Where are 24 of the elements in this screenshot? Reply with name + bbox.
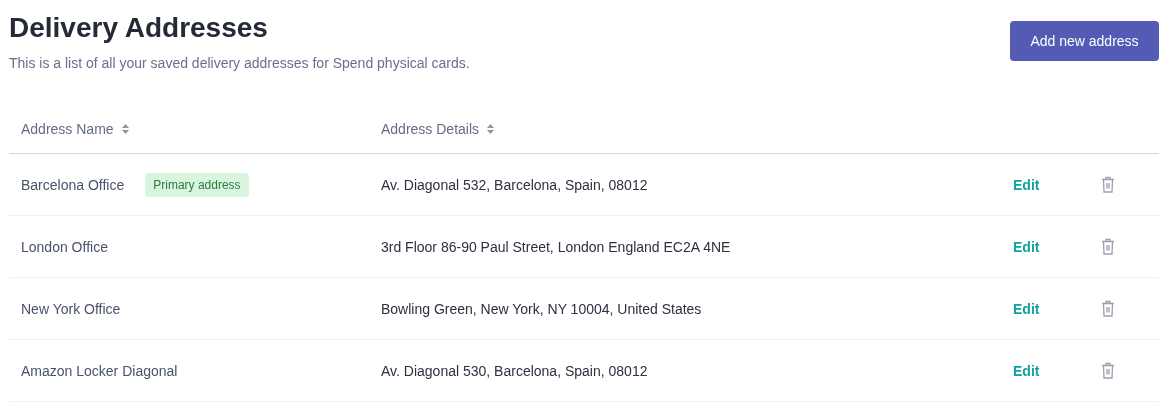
- sort-icon[interactable]: [121, 123, 129, 134]
- page-title: Delivery Addresses: [9, 11, 269, 45]
- page-subtitle: This is a list of all your saved delivery addresses for Spend physical cards.: [9, 55, 470, 71]
- address-name: New York Office: [21, 300, 121, 317]
- column-header[interactable]: Address Name: [21, 120, 114, 137]
- delete-icon[interactable]: [1101, 238, 1115, 255]
- edit-link[interactable]: Edit: [1013, 362, 1040, 379]
- address-details: Bowling Green, New York, NY 10004, United States: [381, 300, 703, 317]
- edit-link[interactable]: Edit: [1013, 300, 1040, 317]
- address-details: Av. Diagonal 532, Barcelona, Spain, 08012: [381, 176, 649, 193]
- add-address-button[interactable]: Add new address: [1010, 21, 1159, 61]
- delete-icon[interactable]: [1101, 176, 1115, 193]
- address-details: 3rd Floor 86-90 Paul Street, London England EC2A 4NE: [381, 238, 732, 255]
- address-name: Amazon Locker Diagonal: [21, 362, 178, 379]
- delete-icon[interactable]: [1101, 362, 1115, 379]
- edit-link[interactable]: Edit: [1013, 176, 1040, 193]
- address-name: London Office: [21, 238, 108, 255]
- column-header[interactable]: Address Details: [381, 120, 480, 137]
- edit-link[interactable]: Edit: [1013, 238, 1040, 255]
- address-details: Av. Diagonal 530, Barcelona, Spain, 08012: [381, 362, 649, 379]
- primary-badge: Primary address: [145, 172, 249, 197]
- delete-icon[interactable]: [1101, 300, 1115, 317]
- address-name: Barcelona Office: [21, 176, 125, 193]
- sort-icon[interactable]: [487, 123, 495, 134]
